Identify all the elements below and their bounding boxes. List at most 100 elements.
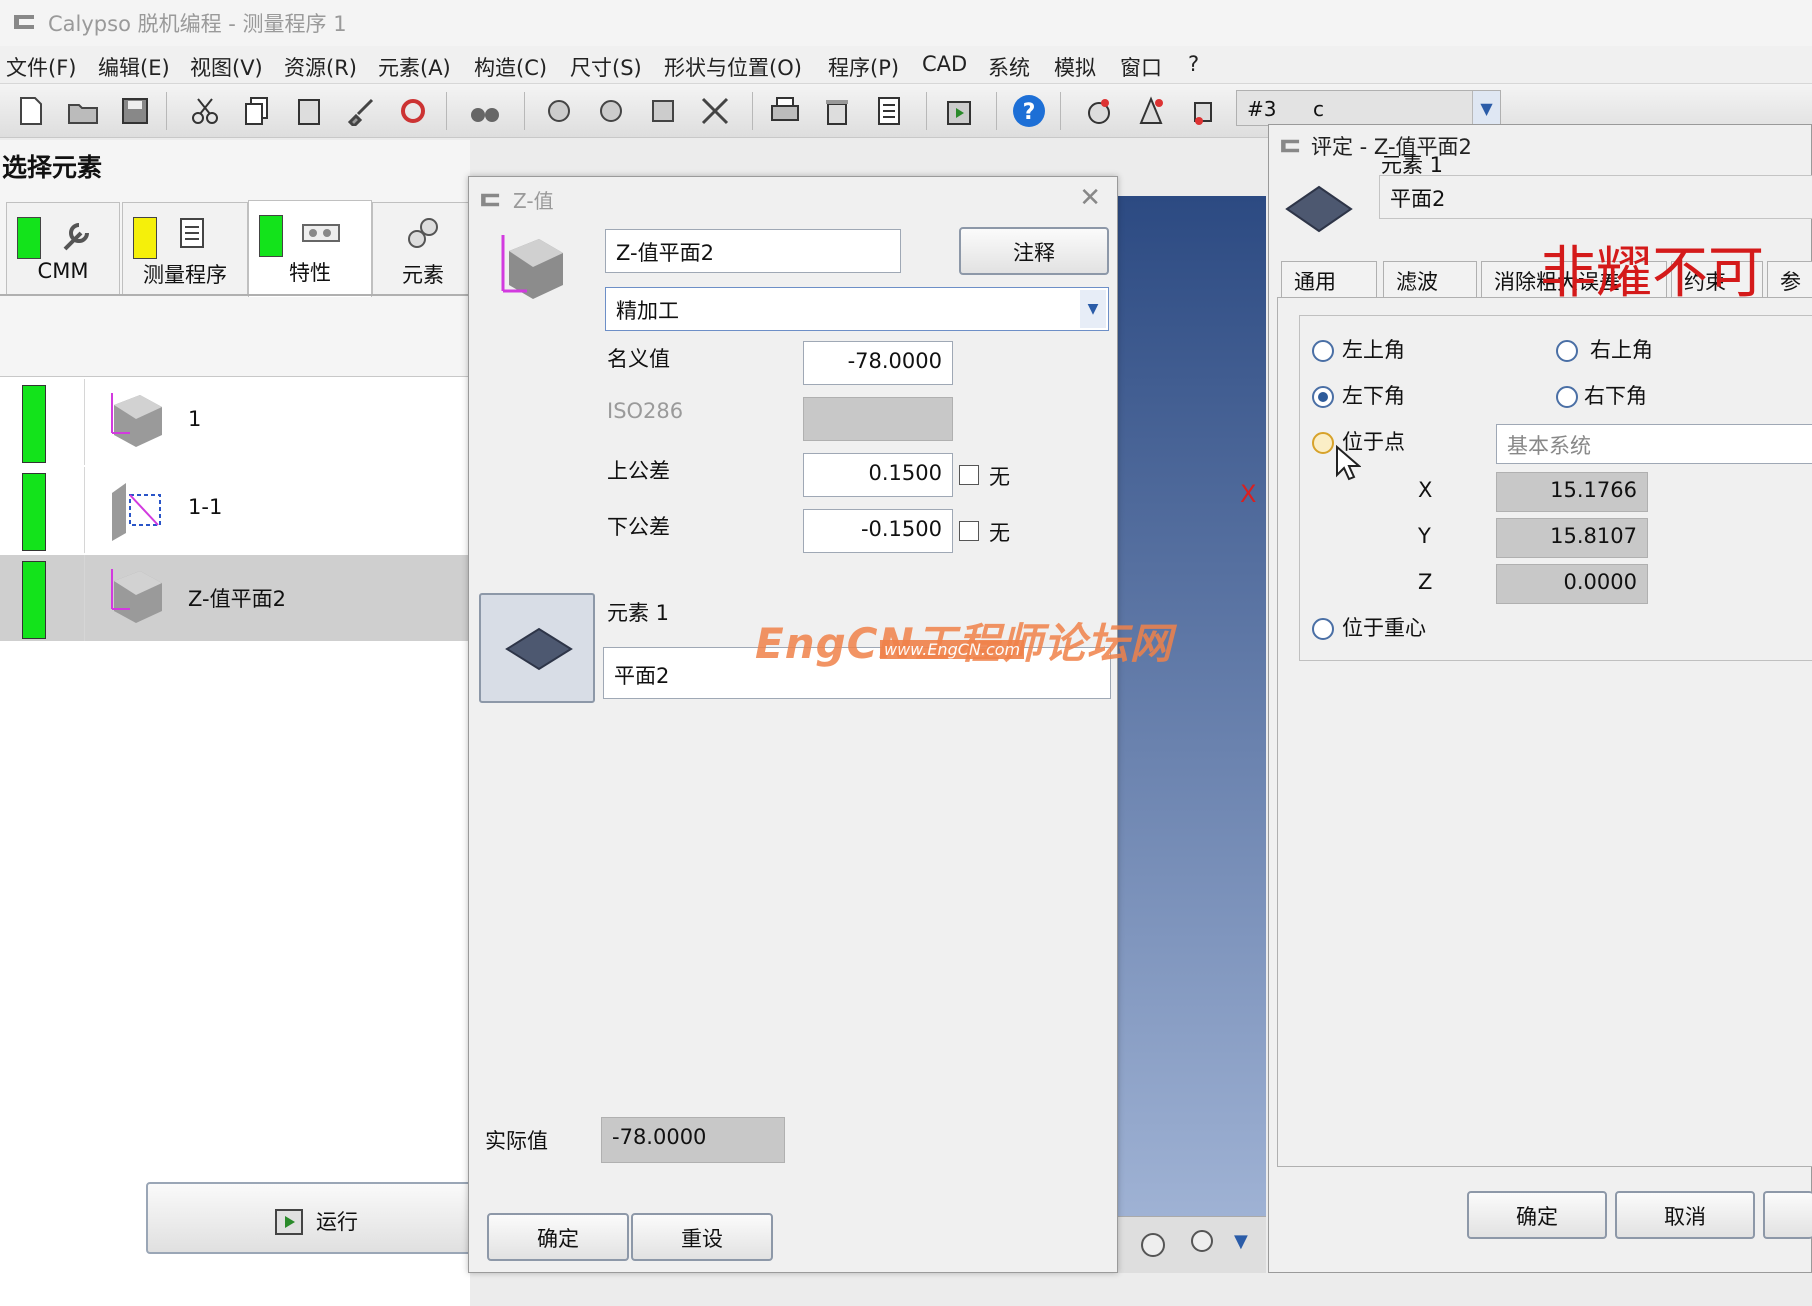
menu-size[interactable]: 尺寸(S) bbox=[570, 52, 642, 82]
chevron-down-icon[interactable]: ▼ bbox=[1472, 91, 1500, 125]
menu-construct[interactable]: 构造(C) bbox=[474, 52, 547, 82]
upper-none-label: 无 bbox=[989, 465, 1010, 489]
radio-bottom-left[interactable] bbox=[1312, 386, 1334, 408]
menu-view[interactable]: 视图(V) bbox=[190, 52, 263, 82]
close-icon[interactable]: ✕ bbox=[1079, 183, 1101, 213]
delete-icon[interactable] bbox=[818, 92, 856, 130]
menu-program[interactable]: 程序(P) bbox=[828, 52, 899, 82]
status-indicator bbox=[22, 473, 46, 551]
wrench-icon bbox=[63, 223, 89, 251]
menu-file[interactable]: 文件(F) bbox=[6, 52, 76, 82]
list-item[interactable]: 1-1 bbox=[0, 467, 470, 553]
hand-pan-icon[interactable] bbox=[1138, 1229, 1168, 1261]
undo-icon[interactable] bbox=[394, 92, 432, 130]
nominal-input[interactable]: -78.0000 bbox=[803, 341, 953, 385]
copy-icon[interactable] bbox=[238, 92, 276, 130]
y-value: 15.8107 bbox=[1496, 518, 1648, 558]
characteristic-icon bbox=[302, 224, 340, 242]
paste-icon[interactable] bbox=[290, 92, 328, 130]
mouse-cursor-icon bbox=[1336, 445, 1361, 481]
menu-window[interactable]: 窗口 bbox=[1120, 52, 1162, 82]
cut-icon[interactable] bbox=[186, 92, 224, 130]
open-folder-icon[interactable] bbox=[64, 92, 102, 130]
chevron-down-icon[interactable]: ▼ bbox=[1234, 1231, 1248, 1252]
radio-at-center[interactable] bbox=[1312, 618, 1334, 640]
cancel-button[interactable]: 取消 bbox=[1615, 1191, 1755, 1239]
list-item-label: 1 bbox=[188, 407, 202, 431]
chevron-down-icon[interactable]: ▼ bbox=[1080, 290, 1106, 328]
feature-icon-c[interactable] bbox=[644, 92, 682, 130]
brush-icon[interactable] bbox=[342, 92, 380, 130]
panel-title: 选择元素 bbox=[2, 153, 103, 182]
probe-a-icon[interactable] bbox=[1132, 92, 1170, 130]
list-icon[interactable] bbox=[870, 92, 908, 130]
feature-icon-b[interactable] bbox=[592, 92, 630, 130]
top-left-label: 左上角 bbox=[1342, 338, 1405, 362]
element-select-button[interactable] bbox=[479, 593, 595, 703]
help-icon[interactable]: ? bbox=[1010, 92, 1048, 130]
radio-top-left[interactable] bbox=[1312, 340, 1334, 362]
radio-bottom-right[interactable] bbox=[1556, 386, 1578, 408]
list-item-selected[interactable]: Z-值平面2 bbox=[0, 555, 470, 641]
name-input[interactable]: Z-值平面2 bbox=[605, 229, 901, 273]
cad-viewport[interactable]: X bbox=[1116, 196, 1266, 1216]
elements-icon bbox=[408, 218, 438, 248]
comment-button[interactable]: 注释 bbox=[959, 227, 1109, 275]
radio-at-point[interactable] bbox=[1312, 432, 1334, 454]
feature-icon-a[interactable] bbox=[540, 92, 578, 130]
hand-probe-icon[interactable] bbox=[1080, 92, 1118, 130]
tools-icon[interactable] bbox=[696, 92, 734, 130]
ok-button[interactable]: 确定 bbox=[487, 1213, 629, 1261]
at-center-label: 位于重心 bbox=[1342, 616, 1426, 640]
menu-form-position[interactable]: 形状与位置(O) bbox=[664, 52, 802, 82]
save-icon[interactable] bbox=[116, 92, 154, 130]
tab-filter[interactable]: 滤波 bbox=[1383, 261, 1477, 297]
tab-general[interactable]: 通用 bbox=[1281, 261, 1377, 297]
list-item[interactable]: 1 bbox=[0, 379, 470, 465]
calypso-logo-icon bbox=[481, 193, 500, 207]
new-file-icon[interactable] bbox=[12, 92, 50, 130]
lower-tolerance-input[interactable]: -0.1500 bbox=[803, 509, 953, 553]
reset-button[interactable]: 重设 bbox=[631, 1213, 773, 1261]
menu-elements[interactable]: 元素(A) bbox=[378, 52, 451, 82]
run-button[interactable]: 运行 bbox=[146, 1182, 476, 1254]
run-icon bbox=[275, 1209, 303, 1235]
probe-b-icon[interactable] bbox=[1184, 92, 1222, 130]
tab-elements[interactable]: 元素 bbox=[372, 202, 474, 295]
tab-measurement-plan[interactable]: 测量程序 bbox=[122, 202, 248, 295]
binoculars-icon[interactable] bbox=[466, 92, 504, 130]
status-indicator bbox=[22, 385, 46, 463]
rotate-xyz-icon[interactable] bbox=[1186, 1227, 1218, 1263]
process-select[interactable]: 精加工 ▼ bbox=[605, 287, 1109, 331]
svg-text:?: ? bbox=[1023, 100, 1036, 125]
tab-characteristics[interactable]: 特性 bbox=[248, 200, 372, 297]
extra-button[interactable] bbox=[1763, 1191, 1812, 1239]
menu-edit[interactable]: 编辑(E) bbox=[98, 52, 170, 82]
tab-label: 元素 bbox=[402, 263, 444, 287]
upper-tolerance-label: 上公差 bbox=[607, 459, 670, 483]
tab-parameters[interactable]: 参 bbox=[1767, 261, 1812, 297]
coordinate-system-input[interactable]: 基本系统 bbox=[1496, 424, 1812, 464]
lower-none-checkbox[interactable] bbox=[959, 521, 979, 541]
tab-label: 测量程序 bbox=[143, 263, 227, 287]
bottom-left-label: 左下角 bbox=[1342, 384, 1405, 408]
watermark-url: www.EngCN.com bbox=[880, 640, 1025, 659]
top-right-label: 右上角 bbox=[1590, 338, 1653, 362]
viewport-toolbar: ▼ bbox=[1116, 1216, 1266, 1273]
stylus-combo[interactable]: #3 c ▼ bbox=[1236, 90, 1501, 126]
menu-help[interactable]: ? bbox=[1188, 52, 1199, 76]
menu-cad[interactable]: CAD bbox=[922, 52, 967, 76]
menu-simulate[interactable]: 模拟 bbox=[1054, 52, 1096, 82]
menu-system[interactable]: 系统 bbox=[988, 52, 1030, 82]
run-program-icon[interactable] bbox=[940, 92, 978, 130]
menu-resources[interactable]: 资源(R) bbox=[284, 52, 357, 82]
tab-label: 特性 bbox=[289, 261, 331, 285]
ok-button[interactable]: 确定 bbox=[1467, 1191, 1607, 1239]
calypso-logo-icon bbox=[1281, 139, 1300, 153]
element-input[interactable]: 平面2 bbox=[1379, 175, 1812, 219]
tab-cmm[interactable]: CMM bbox=[6, 202, 120, 295]
upper-tolerance-input[interactable]: 0.1500 bbox=[803, 453, 953, 497]
upper-none-checkbox[interactable] bbox=[959, 465, 979, 485]
radio-top-right[interactable] bbox=[1556, 340, 1578, 362]
print-icon[interactable] bbox=[766, 92, 804, 130]
